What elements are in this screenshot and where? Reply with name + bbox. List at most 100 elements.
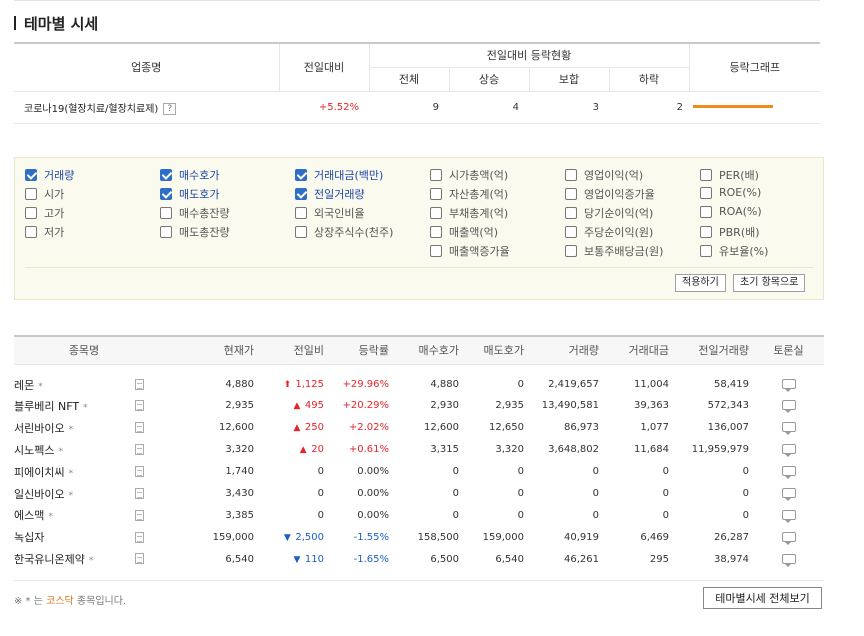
option-item[interactable]: 외국인비율 [295, 205, 365, 221]
option-checkbox[interactable] [565, 207, 577, 219]
document-icon[interactable] [134, 422, 144, 434]
option-item[interactable]: PER(배) [700, 167, 759, 183]
option-checkbox[interactable] [25, 169, 37, 181]
apply-button[interactable]: 적용하기 [675, 274, 726, 292]
option-item[interactable]: 당기순이익(억) [565, 205, 653, 221]
option-checkbox[interactable] [160, 226, 172, 238]
option-checkbox[interactable] [160, 188, 172, 200]
stock-name-link[interactable]: 레몬 [14, 379, 34, 392]
note-kosdaq: 코스닥 [46, 596, 74, 607]
option-item[interactable]: 시가 [25, 186, 64, 202]
document-icon[interactable] [134, 487, 144, 499]
stock-name-link[interactable]: 한국유니온제약 [14, 553, 85, 566]
option-checkbox[interactable] [25, 188, 37, 200]
stock-name-cell: 블루베리 NFT * [14, 395, 124, 417]
option-checkbox[interactable] [565, 226, 577, 238]
option-item[interactable]: 보통주배당금(원) [565, 243, 663, 259]
option-label: 매도총잔량 [179, 226, 230, 239]
document-icon[interactable] [134, 553, 144, 565]
option-item[interactable]: 자산총계(억) [430, 186, 508, 202]
option-checkbox[interactable] [565, 245, 577, 257]
option-checkbox[interactable] [160, 169, 172, 181]
option-item[interactable]: 거래대금(백만) [295, 167, 383, 183]
option-checkbox[interactable] [700, 226, 712, 238]
option-checkbox[interactable] [430, 245, 442, 257]
option-label: PER(배) [719, 169, 759, 182]
help-icon[interactable]: ? [163, 102, 177, 115]
option-item[interactable]: 매도호가 [160, 186, 219, 202]
stock-name-link[interactable]: 블루베리 NFT [14, 400, 79, 413]
option-checkbox[interactable] [160, 207, 172, 219]
discussion-icon[interactable] [781, 400, 796, 414]
option-checkbox[interactable] [25, 207, 37, 219]
discussion-icon[interactable] [781, 466, 796, 480]
option-item[interactable]: 거래량 [25, 167, 74, 183]
option-checkbox[interactable] [700, 245, 712, 257]
sector-link[interactable]: 코로나19(혈장치료/혈장치료제) [24, 104, 158, 115]
option-checkbox[interactable] [565, 169, 577, 181]
option-item[interactable]: ROE(%) [700, 186, 761, 199]
option-item[interactable]: 상장주식수(천주) [295, 224, 393, 240]
option-checkbox[interactable] [295, 169, 307, 181]
discussion-icon[interactable] [781, 422, 796, 436]
document-icon[interactable] [134, 379, 144, 390]
option-checkbox[interactable] [25, 226, 37, 238]
option-item[interactable]: 영업이익증가율 [565, 186, 655, 202]
document-icon[interactable] [134, 443, 144, 455]
discussion-icon[interactable] [781, 444, 796, 458]
stock-name-link[interactable]: 서린바이오 [14, 422, 65, 435]
option-checkbox[interactable] [430, 207, 442, 219]
discussion-icon[interactable] [781, 509, 796, 523]
document-icon[interactable] [134, 531, 144, 543]
stock-name-link[interactable]: 시노펙스 [14, 444, 54, 457]
option-item[interactable]: 영업이익(억) [565, 167, 643, 183]
stock-name-link[interactable]: 녹십자 [14, 531, 44, 544]
option-label: 전일거래량 [314, 188, 365, 201]
option-item[interactable]: 주당순이익(원) [565, 224, 653, 240]
option-item[interactable]: 저가 [25, 224, 64, 240]
option-checkbox[interactable] [295, 226, 307, 238]
option-item[interactable]: 부채총계(억) [430, 205, 508, 221]
option-checkbox[interactable] [700, 169, 712, 181]
option-item[interactable]: 매수총잔량 [160, 205, 230, 221]
stock-name-link[interactable]: 에스맥 [14, 509, 44, 522]
option-item[interactable]: 매도총잔량 [160, 224, 230, 240]
option-checkbox[interactable] [700, 186, 712, 199]
reset-button[interactable]: 초기 항목으로 [733, 274, 806, 292]
option-item[interactable]: 유보율(%) [700, 243, 768, 259]
stock-name-link[interactable]: 일신바이오 [14, 488, 65, 501]
kosdaq-marker: * [88, 556, 94, 567]
bid-price: 4,880 [430, 379, 459, 391]
document-icon[interactable] [134, 509, 144, 521]
option-item[interactable]: 시가총액(억) [430, 167, 508, 183]
option-label: 매출액증가율 [449, 245, 510, 258]
discussion-icon[interactable] [781, 553, 796, 567]
option-checkbox[interactable] [295, 188, 307, 200]
title-bar [14, 16, 16, 30]
option-checkbox[interactable] [565, 188, 577, 200]
option-label: 보통주배당금(원) [584, 245, 664, 258]
option-checkbox[interactable] [430, 226, 442, 238]
prev-volume: 58,419 [714, 379, 749, 391]
option-item[interactable]: 고가 [25, 205, 64, 221]
option-item[interactable]: ROA(%) [700, 205, 762, 218]
header-down: 하락 [608, 67, 690, 92]
option-item[interactable]: 매출액(억) [430, 224, 498, 240]
option-checkbox[interactable] [430, 188, 442, 200]
option-checkbox[interactable] [430, 169, 442, 181]
header-up: 상승 [448, 67, 529, 92]
discussion-icon[interactable] [781, 379, 796, 393]
view-all-button[interactable]: 테마별시세 전체보기 [703, 587, 822, 609]
option-item[interactable]: 전일거래량 [295, 186, 365, 202]
discussion-icon[interactable] [781, 488, 796, 501]
stock-name-link[interactable]: 피에이치씨 [14, 466, 65, 479]
ask-price: 0 [517, 466, 524, 478]
option-checkbox[interactable] [700, 205, 712, 218]
option-checkbox[interactable] [295, 207, 307, 219]
discussion-icon[interactable] [781, 531, 796, 545]
option-item[interactable]: 매출액증가율 [430, 243, 510, 259]
document-icon[interactable] [134, 465, 144, 477]
document-icon[interactable] [134, 400, 144, 412]
option-item[interactable]: PBR(배) [700, 224, 760, 240]
option-item[interactable]: 매수호가 [160, 167, 219, 183]
